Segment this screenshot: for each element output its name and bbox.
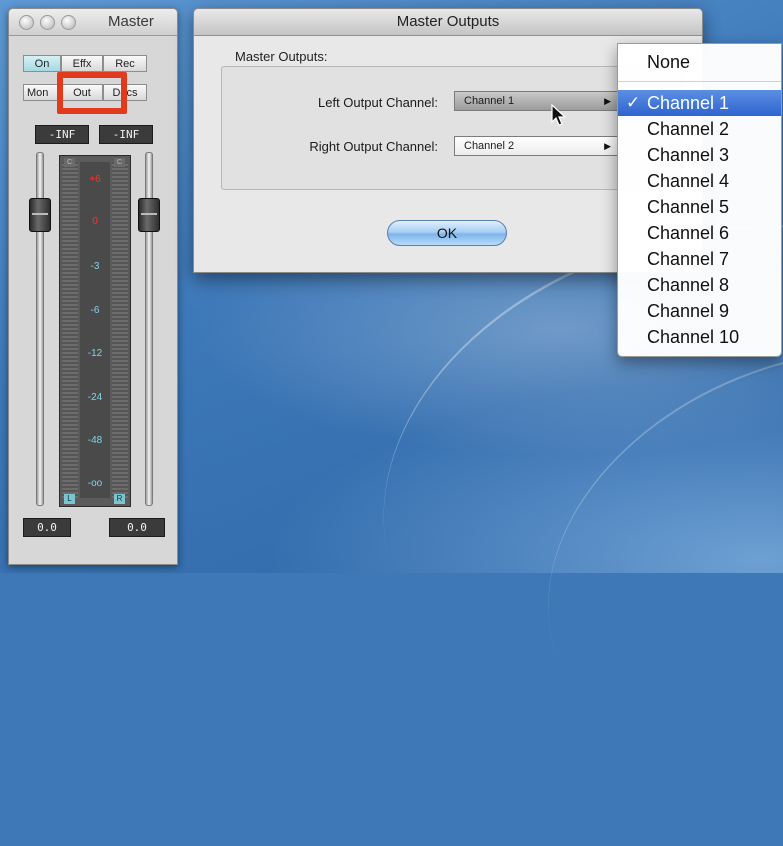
channel-label-left: L [64,494,75,504]
out-button-highlight [57,72,127,114]
close-traffic-light-icon[interactable] [19,15,34,30]
scale-label: -48 [87,435,103,446]
channel-label-right: R [114,494,125,504]
menu-item-channel[interactable]: Channel 2 [618,116,781,142]
popup-arrow-icon: ▶ [604,141,611,151]
menu-item-label: None [647,52,691,72]
mixer-title: Master [108,13,154,30]
menu-item-channel[interactable]: Channel 6 [618,220,781,246]
dialog-title[interactable]: Master Outputs [194,9,702,36]
menu-item-label: Channel 4 [647,171,730,191]
menu-item-channel[interactable]: Channel 4 [618,168,781,194]
fader-knob-right[interactable] [138,198,160,232]
menu-item-label: Channel 7 [647,249,730,269]
meter-bar-right [112,162,128,498]
menu-item-channel[interactable]: ✓ Channel 1 [618,90,781,116]
scale-label: -24 [87,392,103,403]
rec-button[interactable]: Rec [103,55,147,72]
popup-arrow-icon: ▶ [604,96,611,106]
menu-item-label: Channel 10 [647,327,740,347]
scale-label: 0 [92,216,98,227]
right-output-value: Channel 2 [464,140,515,152]
clip-indicator-left: C [64,158,75,167]
menu-item-label: Channel 5 [647,197,730,217]
mon-button[interactable]: Mon [23,84,61,101]
channel-popup-menu: None ✓ Channel 1 Channel 2 Channel 3 Channel… [617,43,782,357]
menu-item-label: Channel 8 [647,275,730,295]
fader-knob-left[interactable] [29,198,51,232]
master-mixer-window: Master On Effx Rec Mon Out Docs -INF -IN… [8,8,178,565]
menu-separator [618,81,781,82]
scale-label: -12 [87,348,103,359]
meter-scale [80,162,110,498]
mouse-pointer-icon [551,104,567,126]
menu-item-label: Channel 1 [647,93,730,113]
menu-item-channel[interactable]: Channel 9 [618,298,781,324]
menu-item-channel[interactable]: Channel 3 [618,142,781,168]
right-output-label: Right Output Channel: [309,139,438,154]
effx-button[interactable]: Effx [61,55,103,72]
menu-item-channel[interactable]: Channel 5 [618,194,781,220]
menu-item-label: Channel 2 [647,119,730,139]
right-output-popup[interactable]: Channel 2 ▶ [454,136,618,156]
menu-item-label: Channel 6 [647,223,730,243]
peak-readout-left: -INF [35,125,89,144]
level-meter: C C +6 0 -3 -6 -12 -24 -48 -oo L R [59,155,131,507]
menu-item-label: Channel 9 [647,301,730,321]
scale-label: +6 [89,174,101,185]
peak-readout-right: -INF [99,125,153,144]
scale-label: -6 [90,305,100,316]
output-group-box [221,66,683,190]
menu-item-channel[interactable]: Channel 8 [618,272,781,298]
checkmark-icon: ✓ [626,93,641,112]
on-button[interactable]: On [23,55,61,72]
meter-bar-left [62,162,78,498]
fader-value-right: 0.0 [109,518,165,537]
fader-value-left: 0.0 [23,518,71,537]
left-output-value: Channel 1 [464,95,515,107]
menu-item-label: Channel 3 [647,145,730,165]
left-output-label: Left Output Channel: [318,95,438,110]
group-label: Master Outputs: [235,49,328,64]
menu-item-none[interactable]: None [618,49,781,75]
zoom-traffic-light-icon[interactable] [61,15,76,30]
mixer-button-row-top: On Effx Rec [23,55,147,72]
menu-item-channel[interactable]: Channel 10 [618,324,781,350]
ok-button[interactable]: OK [387,220,507,246]
scale-label: -oo [87,478,103,489]
mixer-titlebar[interactable]: Master [9,9,177,36]
left-output-popup[interactable]: Channel 1 ▶ [454,91,618,111]
menu-item-channel[interactable]: Channel 7 [618,246,781,272]
scale-label: -3 [90,261,100,272]
clip-indicator-right: C [114,158,125,167]
minimize-traffic-light-icon[interactable] [40,15,55,30]
